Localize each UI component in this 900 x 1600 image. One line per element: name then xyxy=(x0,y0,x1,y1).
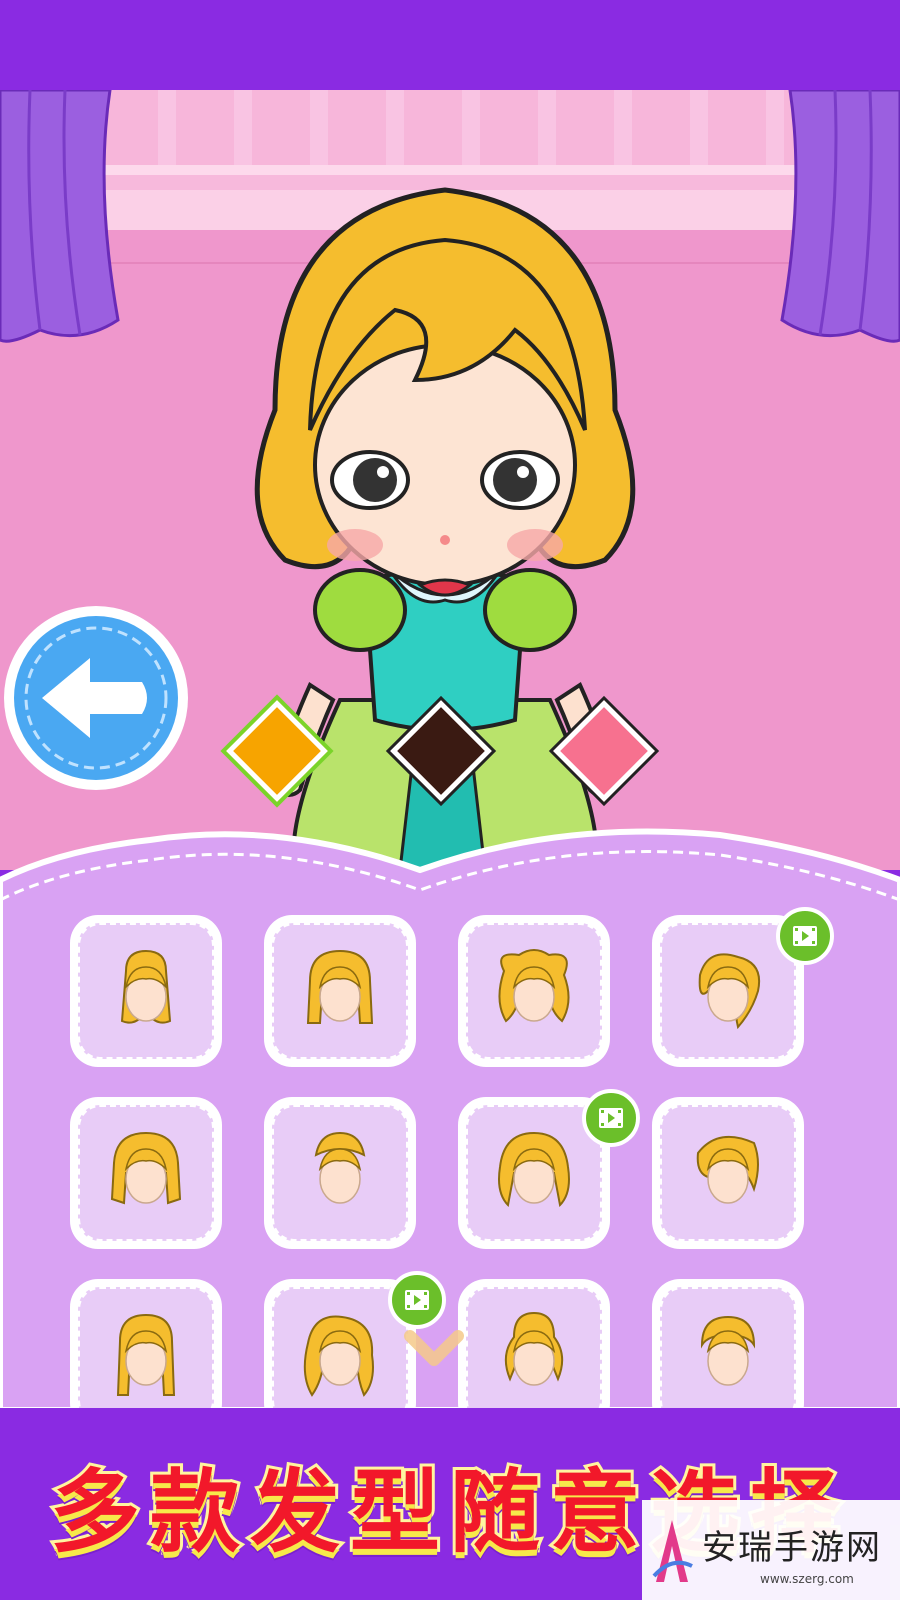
hairstyle-preview-icon xyxy=(504,1311,564,1386)
video-unlock-badge[interactable] xyxy=(582,1089,640,1147)
hairstyle-preview-icon xyxy=(306,949,374,1024)
wall-panels xyxy=(100,90,800,165)
hairstyle-option[interactable] xyxy=(458,915,610,1067)
hairstyle-preview-icon xyxy=(698,953,760,1030)
video-unlock-badge[interactable] xyxy=(776,907,834,965)
left-curtain xyxy=(0,90,120,343)
hairstyle-preview-icon xyxy=(700,1315,756,1386)
hairstyle-option[interactable] xyxy=(70,1097,222,1249)
hairstyle-preview-icon xyxy=(314,1131,366,1204)
site-watermark: 安瑞手游网 www.szerg.com xyxy=(642,1500,900,1600)
hairstyle-option[interactable] xyxy=(264,1097,416,1249)
hairstyle-preview-icon xyxy=(498,1131,570,1208)
hairstyle-preview-icon xyxy=(696,1136,759,1204)
hairstyle-preview-icon xyxy=(110,1131,182,1205)
top-bar xyxy=(0,0,900,90)
site-url: www.szerg.com xyxy=(760,1572,854,1586)
hairstyle-preview-icon xyxy=(303,1315,374,1397)
back-button[interactable] xyxy=(2,604,190,792)
site-name: 安瑞手游网 xyxy=(702,1528,882,1568)
hairstyle-option[interactable] xyxy=(652,1097,804,1249)
hairstyle-preview-icon xyxy=(116,1313,176,1396)
video-play-icon xyxy=(599,1108,623,1128)
site-logo-icon xyxy=(652,1520,693,1582)
scroll-down-chevron-icon[interactable] xyxy=(404,1330,464,1370)
right-curtain xyxy=(780,90,900,343)
hairstyle-preview-icon xyxy=(498,949,570,1023)
hairstyle-option[interactable] xyxy=(264,915,416,1067)
video-unlock-badge[interactable] xyxy=(388,1271,446,1329)
video-play-icon xyxy=(793,926,817,946)
wall-rail xyxy=(100,165,800,175)
video-play-icon xyxy=(405,1290,429,1310)
hairstyle-preview-icon xyxy=(120,949,172,1024)
hairstyle-option[interactable] xyxy=(70,915,222,1067)
